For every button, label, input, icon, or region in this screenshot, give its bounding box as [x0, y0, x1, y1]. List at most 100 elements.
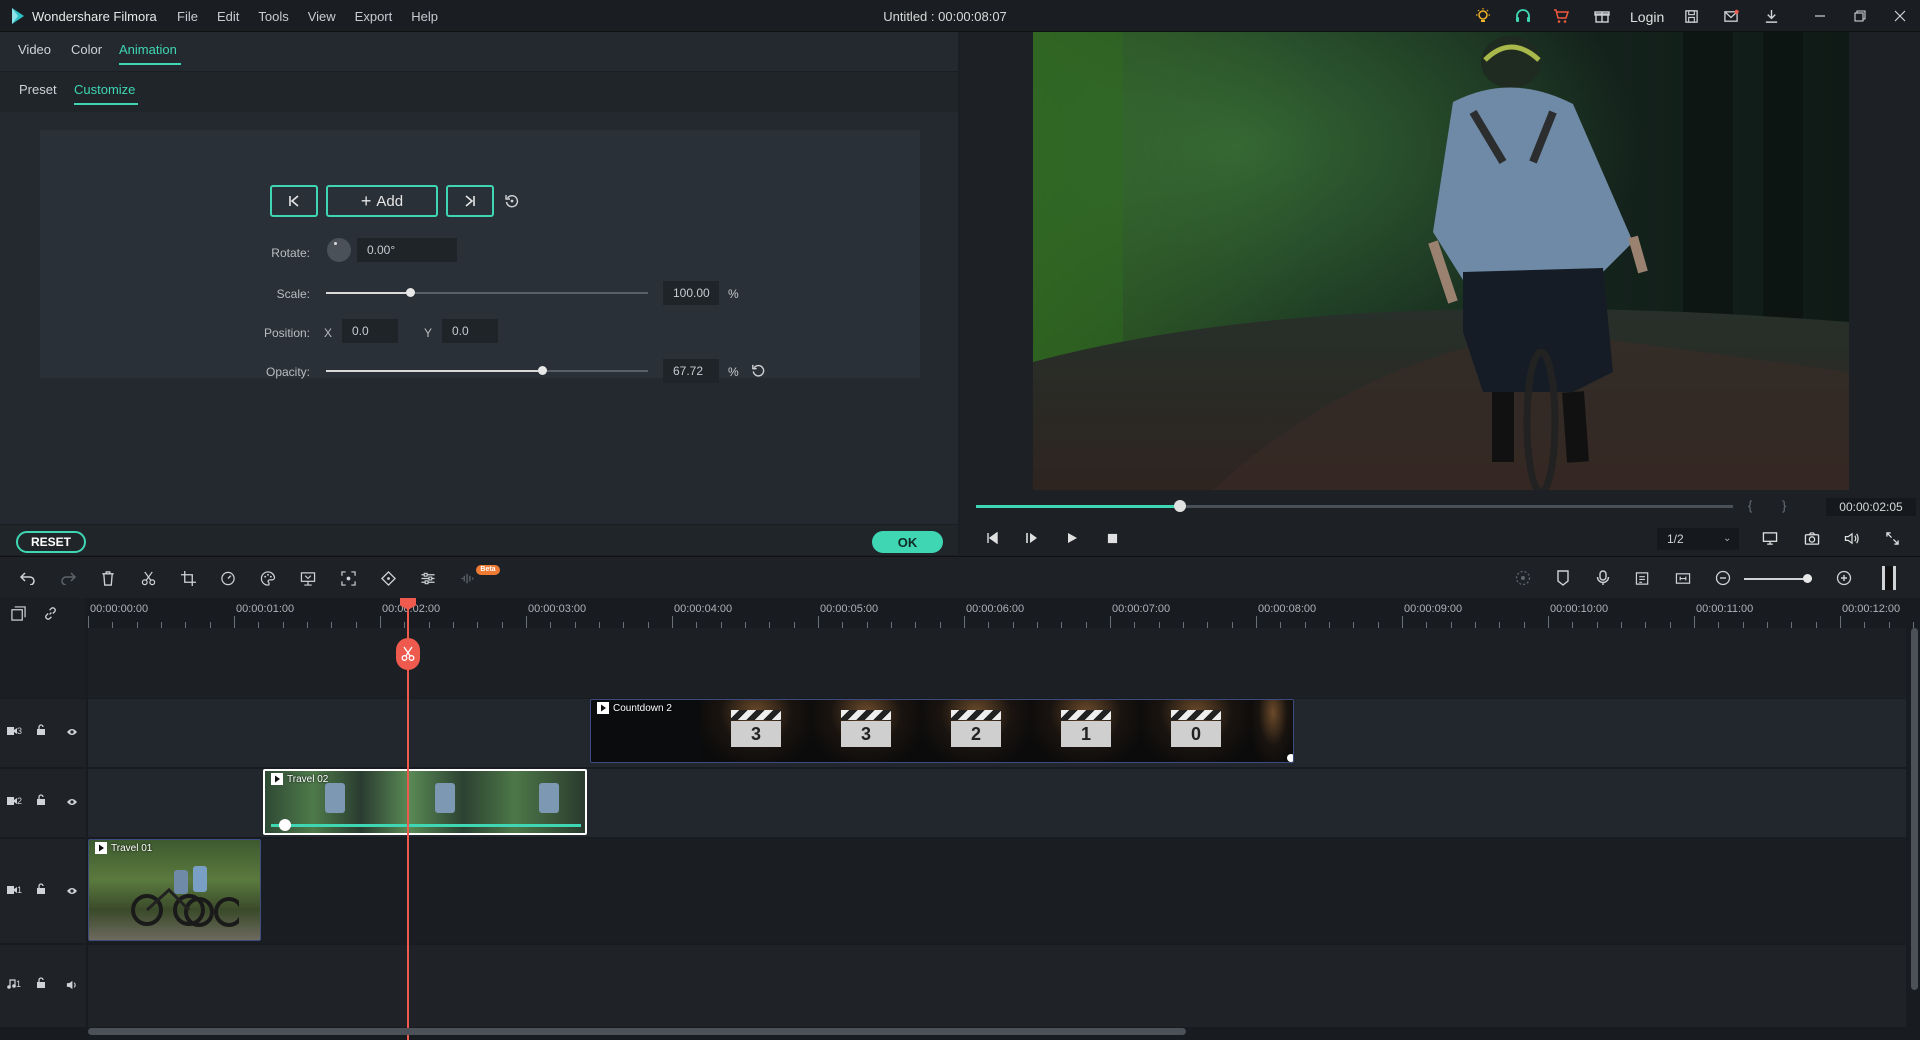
login-link[interactable]: Login — [1630, 9, 1664, 25]
timeline-vertical-scrollbar[interactable] — [1911, 628, 1918, 990]
zoom-in-icon[interactable] — [1834, 568, 1854, 588]
minimize-icon[interactable] — [1810, 6, 1830, 26]
audio-ducking-icon[interactable] — [1633, 568, 1653, 588]
speaker-icon[interactable] — [66, 978, 77, 993]
add-track-icon[interactable] — [11, 606, 26, 624]
redo-icon[interactable] — [58, 568, 78, 588]
clip-travel-02-selected[interactable]: Travel 02 — [263, 769, 587, 835]
rotate-dial[interactable] — [327, 238, 351, 262]
lightbulb-icon[interactable] — [1473, 6, 1493, 26]
ruler-tick — [88, 616, 89, 628]
voiceover-mic-icon[interactable] — [1593, 568, 1613, 588]
download-icon[interactable] — [1761, 6, 1781, 26]
keyframe-diamond-icon[interactable] — [378, 568, 398, 588]
cyclist-forest-frame — [1033, 32, 1849, 490]
clapper-thumbnail-partial — [1251, 700, 1293, 762]
close-icon[interactable] — [1890, 6, 1910, 26]
render-preview-icon[interactable] — [1513, 568, 1533, 588]
clip-countdown-2[interactable]: Countdown 2 3 3 2 1 0 — [590, 699, 1294, 763]
add-keyframe-button[interactable]: + Add — [326, 185, 438, 217]
tab-color[interactable]: Color — [71, 42, 102, 57]
reset-keyframes-icon[interactable] — [504, 193, 520, 209]
link-icon[interactable] — [43, 606, 58, 624]
playback-quality-select[interactable]: 1/2 ⌄ — [1657, 528, 1739, 550]
snapshot-camera-icon[interactable] — [1802, 528, 1822, 548]
snapshot-icon[interactable] — [1673, 568, 1693, 588]
tab-animation[interactable]: Animation — [119, 42, 177, 57]
gift-icon[interactable] — [1592, 6, 1612, 26]
monitor-icon[interactable] — [1760, 528, 1780, 548]
scale-slider-knob[interactable] — [406, 288, 415, 297]
crop-icon[interactable] — [178, 568, 198, 588]
audio-mixer-icon[interactable] — [418, 568, 438, 588]
position-label: Position: — [263, 326, 310, 340]
clip-end-handle[interactable] — [1287, 754, 1293, 762]
playback-progress-knob[interactable] — [1174, 500, 1186, 512]
opacity-input[interactable]: 67.72 — [663, 359, 719, 383]
position-x-input[interactable]: 0.0 — [342, 319, 398, 343]
opacity-unit: % — [728, 365, 739, 379]
tab-preset[interactable]: Preset — [19, 82, 57, 97]
audio-waveform-icon[interactable] — [458, 568, 478, 588]
preview-panel: { } 00:00:02:05 1/2 ⌄ — [960, 32, 1920, 555]
mark-out-icon[interactable]: } — [1782, 498, 1786, 513]
save-icon[interactable] — [1681, 6, 1701, 26]
lock-icon[interactable] — [36, 883, 46, 898]
bikes-thumbnail — [131, 866, 239, 927]
tab-video[interactable]: Video — [18, 42, 51, 57]
zoom-out-icon[interactable] — [1713, 568, 1733, 588]
eye-icon[interactable] — [66, 884, 78, 899]
mark-in-icon[interactable]: { — [1748, 498, 1752, 513]
fullscreen-icon[interactable] — [1882, 528, 1902, 548]
play-slow-icon[interactable] — [1022, 528, 1042, 548]
restore-icon[interactable] — [1850, 6, 1870, 26]
eye-icon[interactable] — [66, 725, 78, 740]
marker-icon[interactable] — [1553, 568, 1573, 588]
position-y-input[interactable]: 0.0 — [442, 319, 498, 343]
zoom-slider-track[interactable] — [1744, 578, 1812, 580]
lock-icon[interactable] — [36, 977, 46, 992]
rotate-input[interactable]: 0.00° — [357, 238, 457, 262]
track-number: 1 — [16, 979, 22, 989]
motion-tracking-icon[interactable] — [338, 568, 358, 588]
ok-button[interactable]: OK — [872, 531, 943, 553]
ruler-tick — [234, 616, 235, 628]
next-keyframe-button[interactable] — [446, 185, 494, 217]
preview-timecode: 00:00:02:05 — [1826, 498, 1916, 516]
speed-icon[interactable] — [218, 568, 238, 588]
clip-keyframe-marker[interactable] — [279, 819, 291, 831]
headset-icon[interactable] — [1513, 6, 1533, 26]
ruler-tick — [1402, 616, 1403, 628]
mail-icon[interactable] — [1721, 6, 1741, 26]
animation-sub-tabs: Preset Customize — [0, 72, 958, 112]
stop-icon[interactable] — [1102, 528, 1122, 548]
reset-button[interactable]: RESET — [16, 531, 86, 553]
tab-customize[interactable]: Customize — [74, 82, 135, 97]
clip-travel-01[interactable]: Travel 01 — [88, 839, 261, 941]
delete-icon[interactable] — [98, 568, 118, 588]
reset-opacity-icon[interactable] — [751, 363, 767, 379]
timeline-horizontal-scrollbar[interactable] — [88, 1028, 1186, 1035]
prev-keyframe-button[interactable] — [270, 185, 318, 217]
cut-scissors-icon[interactable] — [138, 568, 158, 588]
lock-icon[interactable] — [36, 794, 46, 809]
opacity-slider-knob[interactable] — [538, 366, 547, 375]
ruler-tick — [964, 616, 965, 628]
ruler-tick — [1694, 616, 1695, 628]
prev-frame-icon[interactable] — [982, 528, 1002, 548]
timeline-panel-toggle[interactable] — [1882, 566, 1896, 590]
color-palette-icon[interactable] — [258, 568, 278, 588]
scale-input[interactable]: 100.00 — [663, 281, 719, 305]
cart-icon[interactable] — [1551, 6, 1571, 26]
timeline-toolbar: Beta — [0, 556, 1920, 598]
split-scissors-button[interactable] — [396, 638, 420, 670]
undo-icon[interactable] — [18, 568, 38, 588]
ruler-tick — [1840, 616, 1841, 628]
play-icon[interactable] — [1062, 528, 1082, 548]
timeline-ruler[interactable]: 00:00:00:00 00:00:01:00 00:00:02:00 00:00:0… — [88, 598, 1914, 628]
green-screen-icon[interactable] — [298, 568, 318, 588]
lock-icon[interactable] — [36, 724, 46, 739]
eye-icon[interactable] — [66, 795, 78, 810]
zoom-slider-knob[interactable] — [1803, 574, 1812, 583]
volume-icon[interactable] — [1842, 528, 1862, 548]
